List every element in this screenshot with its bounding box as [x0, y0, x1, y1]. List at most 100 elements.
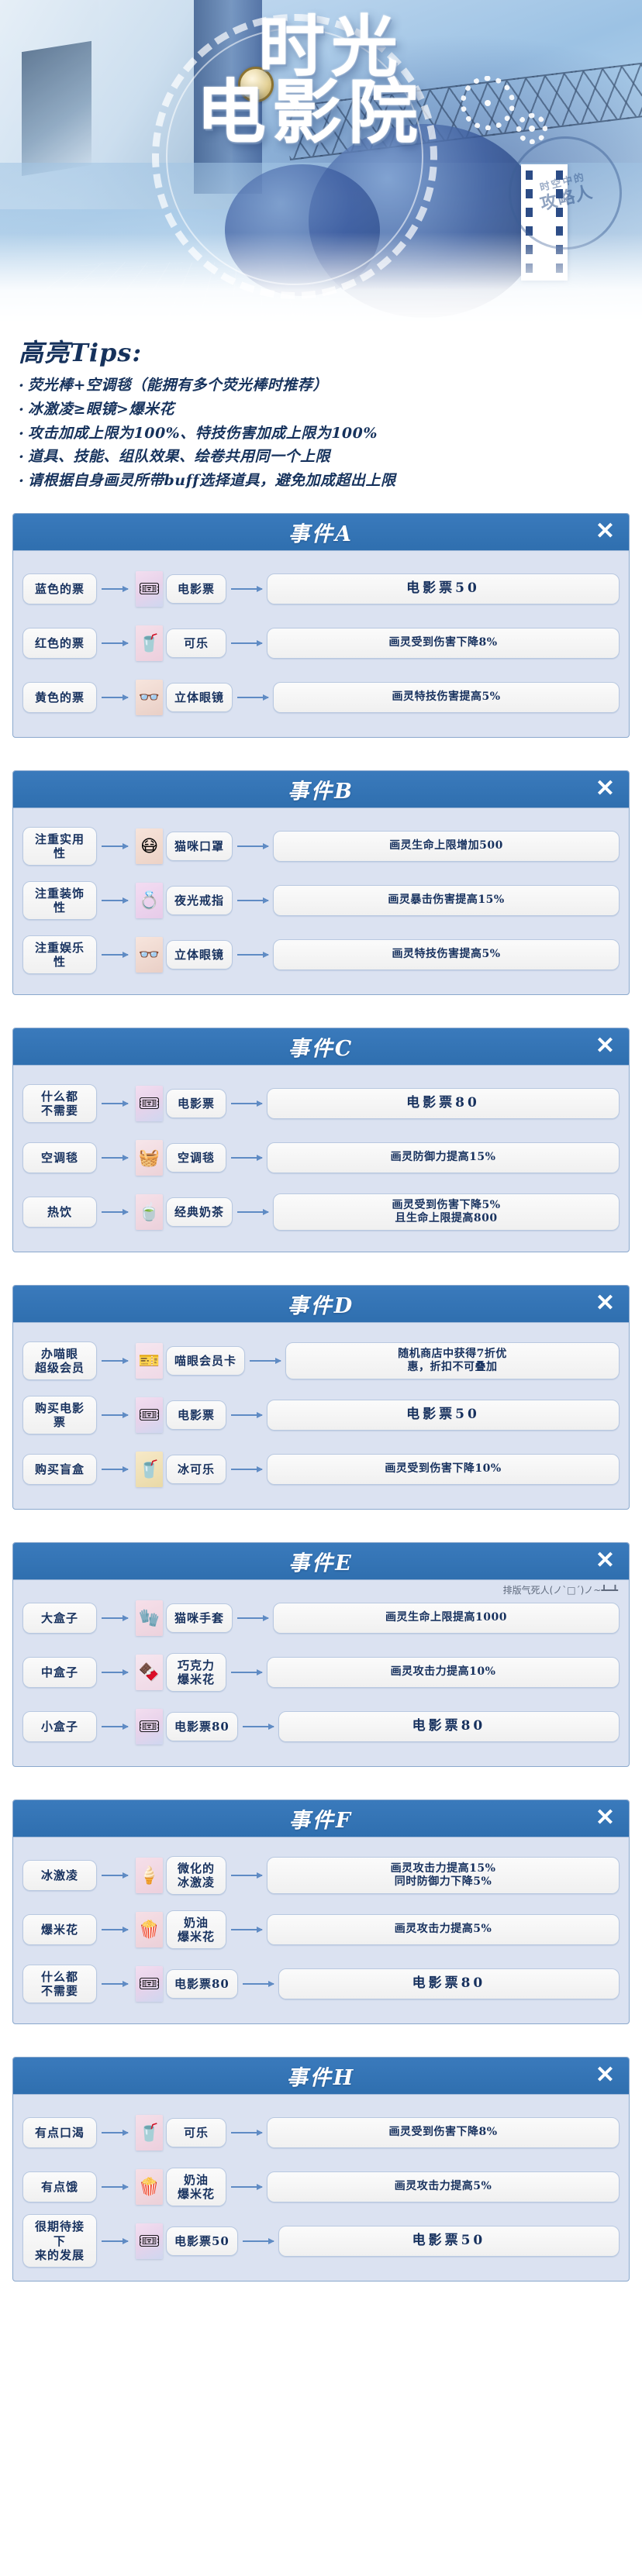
membership-card-icon: 🎫 [136, 1342, 163, 1379]
tips-title: 高亮Tips: [19, 338, 143, 367]
item-pill[interactable]: 可乐 [166, 2117, 226, 2147]
arrow-right-icon [102, 1359, 128, 1362]
popcorn-icon: 🍿 [136, 2168, 163, 2205]
item-pill[interactable]: 微化的 冰激凌 [166, 1855, 226, 1896]
tips-item: 攻击加成上限为100%、特技伤害加成上限为100% [19, 421, 623, 446]
choice-pill[interactable]: 有点口渴 [22, 2116, 97, 2148]
choice-pill[interactable]: 爆米花 [22, 1913, 97, 1945]
item-pill[interactable]: 猫咪口罩 [166, 831, 233, 861]
item-pill[interactable]: 巧克力 爆米花 [166, 1652, 226, 1693]
event-card: 事件F ✕ 冰激凌 🍦 微化的 冰激凌 画灵攻击力提高15% 同时防御力下降5% 爆米花 🍿 奶油爆… [12, 1799, 630, 2024]
arrow-right-icon [231, 1156, 262, 1159]
event-row: 很期待接下 来的发展 🎟 电影票50 电影票50 [22, 2214, 620, 2268]
arrow-right-icon [231, 587, 262, 590]
chocolate-popcorn-icon: 🍫 [136, 1654, 163, 1690]
ticket-icon: 🎟 [136, 1965, 163, 2002]
event-row: 有点饿 🍿 奶油 爆米花 画灵攻击力提高5% [22, 2160, 620, 2214]
choice-pill[interactable]: 冰激凌 [22, 1859, 97, 1891]
choice-pill[interactable]: 大盒子 [22, 1602, 97, 1634]
tips-item: 荧光棒+空调毯（能拥有多个荧光棒时推荐） [19, 373, 623, 398]
choice-pill[interactable]: 办喵眼 超级会员 [22, 1341, 97, 1381]
close-icon[interactable]: ✕ [595, 520, 615, 543]
item-pill[interactable]: 立体眼镜 [166, 682, 233, 712]
hero-fade-overlay [0, 232, 642, 325]
close-icon[interactable]: ✕ [595, 1292, 615, 1315]
choice-pill[interactable]: 热饮 [22, 1196, 97, 1228]
item-pill[interactable]: 奶油 爆米花 [166, 1910, 226, 1950]
event-row: 什么都 不需要 🎟 电影票80 电影票80 [22, 1957, 620, 2011]
item-pill[interactable]: 可乐 [166, 628, 226, 658]
effect-pill: 电影票50 [278, 2225, 620, 2257]
arrow-right-icon [242, 1725, 274, 1727]
event-card-header: 事件D ✕ [13, 1285, 629, 1323]
item-pill[interactable]: 电影票 [166, 1088, 226, 1118]
close-icon[interactable]: ✕ [595, 2064, 615, 2087]
choice-pill[interactable]: 购买电影票 [22, 1395, 97, 1435]
item-pill[interactable]: 空调毯 [166, 1142, 226, 1173]
event-card-title: 事件C [288, 1036, 354, 1061]
item-pill[interactable]: 电影票80 [166, 1711, 238, 1741]
event-card: 事件C ✕ 什么都 不需要 🎟 电影票 电影票80 空调毯 🧺 空调毯 画灵防御力提高15% 热饮 🍵 经… [12, 1027, 630, 1252]
item-pill[interactable]: 猫咪手套 [166, 1603, 233, 1633]
arrow-right-icon [102, 1414, 128, 1416]
item-pill[interactable]: 冰可乐 [166, 1454, 226, 1484]
event-card-body: 蓝色的票 🎟 电影票 电影票50 红色的票 🥤 可乐 画灵受到伤害下降8% 黄色的票 👓 立体眼镜 画… [13, 551, 629, 737]
choice-pill[interactable]: 注重实用性 [22, 826, 97, 866]
ring-icon: 💍 [136, 882, 163, 918]
arrow-right-icon [231, 1928, 262, 1930]
effect-pill: 画灵生命上限增加500 [273, 830, 620, 862]
arrow-right-icon [242, 2240, 274, 2242]
effect-pill: 画灵攻击力提高15% 同时防御力下降5% [267, 1856, 620, 1894]
effect-pill: 画灵防御力提高15% [267, 1142, 620, 1173]
item-pill[interactable]: 夜光戒指 [166, 885, 233, 915]
tips-item: 请根据自身画灵所带buff选择道具，避免加成超出上限 [19, 468, 623, 493]
item-pill[interactable]: 电影票50 [166, 2226, 238, 2256]
arrow-right-icon [231, 1468, 262, 1470]
cola-icon: 🥤 [136, 2114, 163, 2151]
arrow-right-icon [237, 1617, 269, 1619]
item-pill[interactable]: 立体眼镜 [166, 939, 233, 969]
close-icon[interactable]: ✕ [595, 1806, 615, 1830]
choice-pill[interactable]: 注重装饰性 [22, 880, 97, 921]
close-icon[interactable]: ✕ [595, 777, 615, 801]
choice-pill[interactable]: 黄色的票 [22, 681, 97, 713]
arrow-right-icon [231, 1102, 262, 1104]
event-row: 热饮 🍵 经典奶茶 画灵受到伤害下降5% 且生命上限提高800 [22, 1185, 620, 1239]
event-card-body: 注重实用性 😷 猫咪口罩 画灵生命上限增加500 注重装饰性 💍 夜光戒指 画灵暴击伤害提高1… [13, 808, 629, 994]
close-icon[interactable]: ✕ [595, 1035, 615, 1058]
event-card: 事件D ✕ 办喵眼 超级会员 🎫 喵眼会员卡 随机商店中获得7折优 惠，折扣不可叠加 购买电影票… [12, 1284, 630, 1510]
event-card-title: 事件E [288, 1551, 354, 1576]
item-pill[interactable]: 经典奶茶 [166, 1197, 233, 1227]
event-card: 事件E ✕ 排版气死人(ノ`□´)ノ~┻━┻ 大盒子 🧤 猫咪手套 画灵生命上限提高1000… [12, 1541, 630, 1767]
item-pill[interactable]: 电影票 [166, 1400, 226, 1430]
arrow-right-icon [102, 2240, 128, 2242]
choice-pill[interactable]: 小盒子 [22, 1710, 97, 1742]
event-row: 小盒子 🎟 电影票80 电影票80 [22, 1700, 620, 1754]
ticket-icon: 🎟 [136, 1396, 163, 1433]
effect-pill: 电影票80 [278, 1968, 620, 1999]
choice-pill[interactable]: 什么都 不需要 [22, 1964, 97, 2004]
event-card: 事件A ✕ 蓝色的票 🎟 电影票 电影票50 红色的票 🥤 可乐 画灵受到伤害下降8% 黄色的票 👓 立… [12, 512, 630, 738]
effect-pill: 画灵受到伤害下降5% 且生命上限提高800 [273, 1193, 620, 1231]
choice-pill[interactable]: 很期待接下 来的发展 [22, 2214, 97, 2268]
choice-pill[interactable]: 红色的票 [22, 627, 97, 659]
event-card-body: 大盒子 🧤 猫咪手套 画灵生命上限提高1000 中盒子 🍫 巧克力 爆米花 画灵攻击力提高10%… [13, 1580, 629, 1766]
event-card-title: 事件A [288, 522, 354, 546]
choice-pill[interactable]: 中盒子 [22, 1656, 97, 1688]
item-pill[interactable]: 喵眼会员卡 [166, 1345, 246, 1376]
choice-pill[interactable]: 蓝色的票 [22, 573, 97, 604]
effect-pill: 电影票80 [278, 1710, 620, 1742]
choice-pill[interactable]: 有点饿 [22, 2171, 97, 2202]
choice-pill[interactable]: 注重娱乐性 [22, 935, 97, 975]
arrow-right-icon [102, 1725, 128, 1727]
arrow-right-icon [231, 2185, 262, 2188]
choice-pill[interactable]: 什么都 不需要 [22, 1083, 97, 1124]
close-icon[interactable]: ✕ [595, 1549, 615, 1572]
arrow-right-icon [231, 1671, 262, 1673]
item-pill[interactable]: 电影票 [166, 573, 226, 604]
item-pill[interactable]: 奶油 爆米花 [166, 2167, 226, 2207]
tips-item: 冰激凌≥眼镜>爆米花 [19, 397, 623, 422]
item-pill[interactable]: 电影票80 [166, 1968, 238, 1999]
choice-pill[interactable]: 购买盲盒 [22, 1453, 97, 1485]
choice-pill[interactable]: 空调毯 [22, 1142, 97, 1173]
